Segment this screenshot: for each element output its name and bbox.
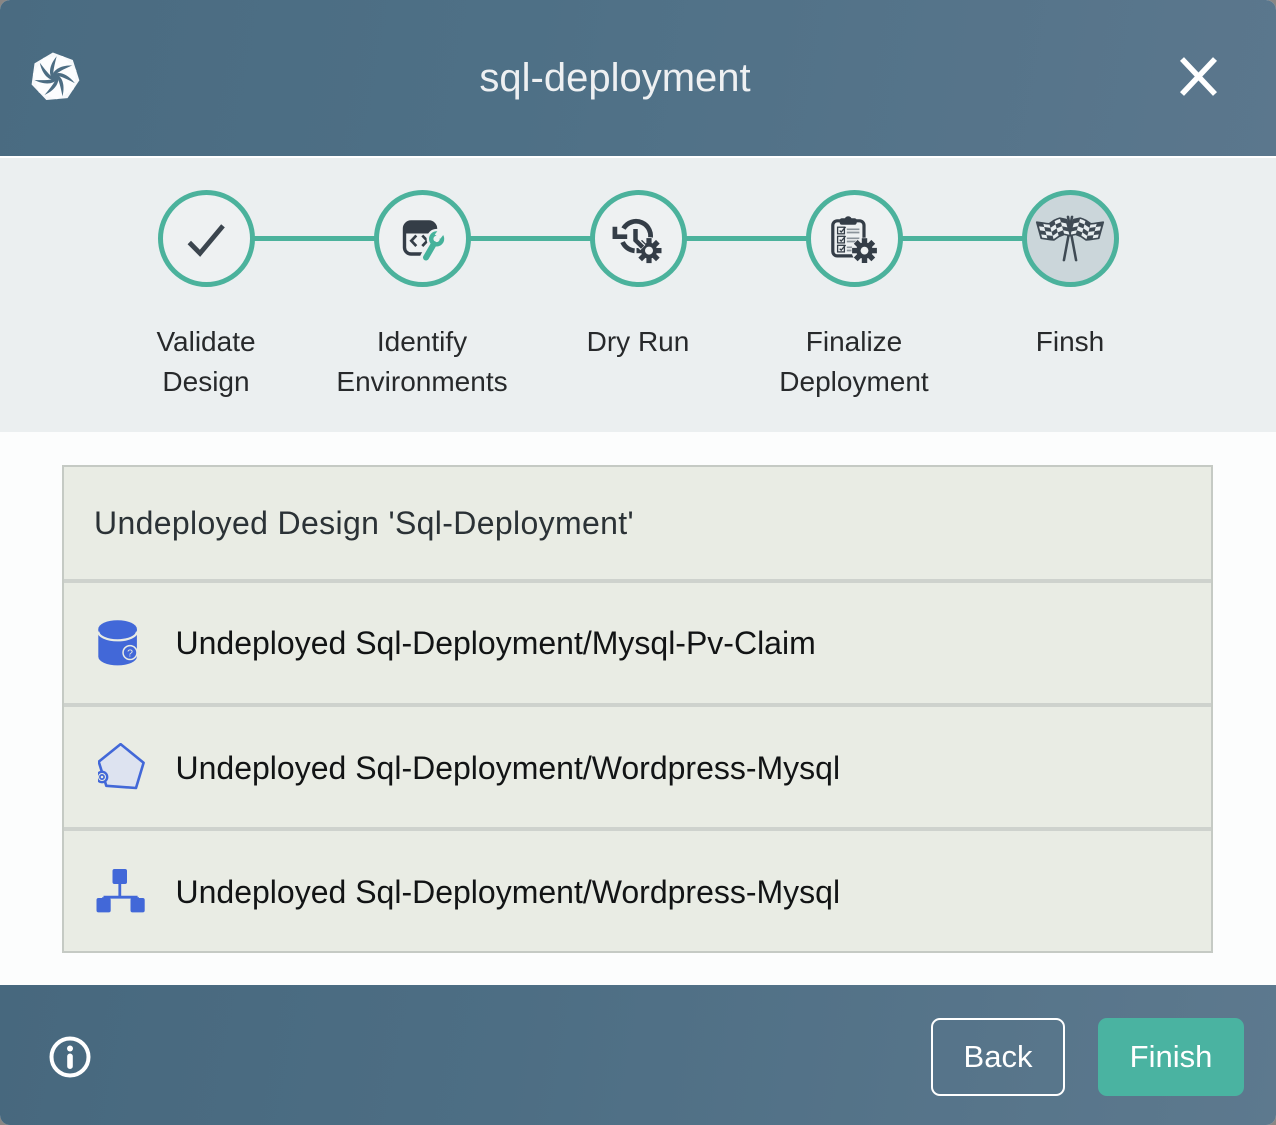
svg-text:?: ? <box>127 647 133 659</box>
